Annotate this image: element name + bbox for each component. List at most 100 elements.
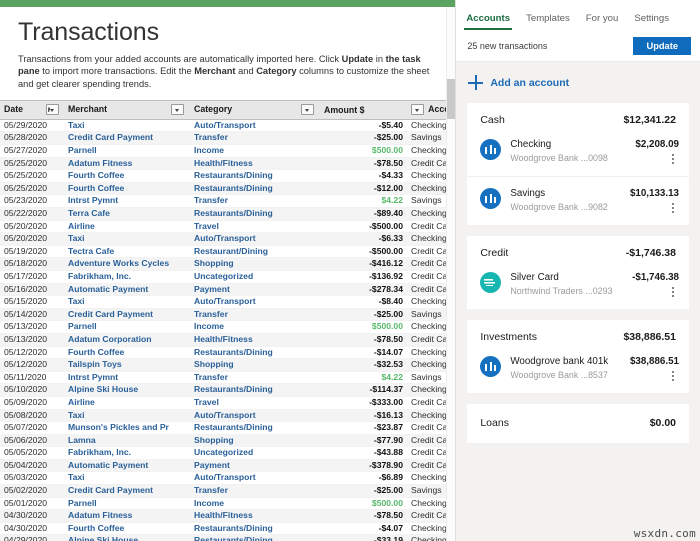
cell-date[interactable]: 05/08/2020 xyxy=(0,409,64,423)
cell-category[interactable]: Income xyxy=(190,144,320,158)
cell-amount[interactable]: -$114.37 xyxy=(320,383,407,397)
account-row[interactable]: Checking Woodgrove Bank ...0098 $2,208.09 xyxy=(467,135,689,176)
cell-merchant[interactable]: Tailspin Toys xyxy=(64,358,190,372)
cell-date[interactable]: 05/13/2020 xyxy=(0,320,64,334)
cell-category[interactable]: Transfer xyxy=(190,131,320,146)
table-row[interactable]: 04/30/2020 Fourth Coffee Restaurants/Dinin… xyxy=(0,522,456,536)
account-row[interactable]: Silver Card Northwind Traders ...0293 -$1,… xyxy=(467,268,689,309)
cell-merchant[interactable]: Airline xyxy=(64,220,190,234)
cell-amount[interactable]: -$25.00 xyxy=(320,484,407,498)
cell-merchant[interactable]: Parnell xyxy=(64,497,190,511)
cell-merchant[interactable]: Taxi xyxy=(64,409,190,423)
table-row[interactable]: 05/06/2020 Lamna Shopping -$77.90 Credit Car… xyxy=(0,434,456,448)
cell-date[interactable]: 05/20/2020 xyxy=(0,220,64,234)
cell-category[interactable]: Auto/Transport xyxy=(190,119,320,133)
column-header-merchant[interactable]: Merchant xyxy=(64,99,190,120)
filter-sort-icon-date[interactable] xyxy=(45,104,59,116)
table-row[interactable]: 05/20/2020 Airline Travel -$500.00 Credit Ca… xyxy=(0,220,456,234)
table-row[interactable]: 05/18/2020 Adventure Works Cycles Shopping… xyxy=(0,257,456,271)
tab-templates[interactable]: Templates xyxy=(524,13,572,30)
cell-category[interactable]: Auto/Transport xyxy=(190,409,320,423)
cell-amount[interactable]: $500.00 xyxy=(320,320,407,334)
cell-category[interactable]: Payment xyxy=(190,459,320,473)
table-row[interactable]: 05/10/2020 Alpine Ski House Restaurants/Di… xyxy=(0,383,456,397)
cell-merchant[interactable]: Credit Card Payment xyxy=(64,308,190,322)
table-row[interactable]: 05/22/2020 Terra Cafe Restaurants/Dining -$… xyxy=(0,207,456,221)
cell-date[interactable]: 05/25/2020 xyxy=(0,182,64,196)
cell-date[interactable]: 05/25/2020 xyxy=(0,169,64,183)
cell-category[interactable]: Health/Fitness xyxy=(190,157,320,171)
cell-merchant[interactable]: Fabrikham, Inc. xyxy=(64,270,190,284)
cell-merchant[interactable]: Fourth Coffee xyxy=(64,169,190,183)
cell-category[interactable]: Uncategorized xyxy=(190,446,320,460)
filter-icon-merchant[interactable] xyxy=(171,104,184,116)
cell-merchant[interactable]: Intrst Pymnt xyxy=(64,194,190,208)
cell-merchant[interactable]: Terra Cafe xyxy=(64,207,190,221)
table-row[interactable]: 05/15/2020 Taxi Auto/Transport -$8.40 Checki… xyxy=(0,295,456,309)
cell-amount[interactable]: -$25.00 xyxy=(320,308,407,322)
cell-date[interactable]: 05/29/2020 xyxy=(0,119,64,133)
cell-merchant[interactable]: Fourth Coffee xyxy=(64,522,190,536)
cell-merchant[interactable]: Tectra Cafe xyxy=(64,245,190,259)
cell-amount[interactable]: -$43.88 xyxy=(320,446,407,460)
cell-merchant[interactable]: Taxi xyxy=(64,119,190,133)
cell-merchant[interactable]: Intrst Pymnt xyxy=(64,371,190,385)
filter-icon-amount[interactable] xyxy=(411,104,424,116)
cell-date[interactable]: 05/10/2020 xyxy=(0,383,64,397)
column-header-date[interactable]: Date xyxy=(0,99,64,120)
cell-category[interactable]: Auto/Transport xyxy=(190,295,320,309)
cell-category[interactable]: Transfer xyxy=(190,484,320,498)
cell-date[interactable]: 05/02/2020 xyxy=(0,484,64,498)
table-row[interactable]: 05/27/2020 Parnell Income $500.00 Checking xyxy=(0,144,456,158)
cell-date[interactable]: 05/22/2020 xyxy=(0,207,64,221)
add-account-button[interactable]: Add an account xyxy=(456,62,700,103)
cell-date[interactable]: 05/15/2020 xyxy=(0,295,64,309)
cell-amount[interactable]: -$25.00 xyxy=(320,131,407,146)
cell-amount[interactable]: -$77.90 xyxy=(320,434,407,448)
more-options-icon[interactable] xyxy=(672,286,675,298)
cell-amount[interactable]: -$6.33 xyxy=(320,232,407,246)
cell-category[interactable]: Payment xyxy=(190,283,320,297)
table-row[interactable]: 04/29/2020 Alpine Ski House Restaurants/Di… xyxy=(0,534,456,541)
account-row[interactable]: Savings Woodgrove Bank ...9082 $10,133.13 xyxy=(467,176,689,225)
cell-category[interactable]: Uncategorized xyxy=(190,270,320,284)
cell-merchant[interactable]: Credit Card Payment xyxy=(64,484,190,498)
table-row[interactable]: 05/02/2020 Credit Card Payment Transfer -$2… xyxy=(0,484,456,498)
cell-merchant[interactable]: Automatic Payment xyxy=(64,283,190,297)
cell-category[interactable]: Shopping xyxy=(190,434,320,448)
cell-date[interactable]: 05/17/2020 xyxy=(0,270,64,284)
cell-category[interactable]: Restaurants/Dining xyxy=(190,207,320,221)
cell-merchant[interactable]: Airline xyxy=(64,396,190,410)
cell-date[interactable]: 05/18/2020 xyxy=(0,257,64,271)
cell-date[interactable]: 05/23/2020 xyxy=(0,194,64,208)
cell-merchant[interactable]: Taxi xyxy=(64,471,190,486)
cell-date[interactable]: 05/27/2020 xyxy=(0,144,64,158)
table-row[interactable]: 04/30/2020 Adatum Fitness Health/Fitness -$… xyxy=(0,509,456,523)
cell-date[interactable]: 05/06/2020 xyxy=(0,434,64,448)
table-row[interactable]: 05/12/2020 Fourth Coffee Restaurants/Dinin… xyxy=(0,346,456,360)
cell-date[interactable]: 05/07/2020 xyxy=(0,421,64,435)
cell-amount[interactable]: -$5.40 xyxy=(320,119,407,133)
cell-category[interactable]: Transfer xyxy=(190,308,320,322)
cell-date[interactable]: 05/25/2020 xyxy=(0,157,64,171)
cell-category[interactable]: Health/Fitness xyxy=(190,333,320,347)
cell-category[interactable]: Restaurants/Dining xyxy=(190,169,320,183)
cell-date[interactable]: 05/04/2020 xyxy=(0,459,64,473)
table-row[interactable]: 05/11/2020 Intrst Pymnt Transfer $4.22 Savin… xyxy=(0,371,456,385)
cell-amount[interactable]: -$136.92 xyxy=(320,270,407,284)
more-options-icon[interactable] xyxy=(672,153,675,165)
cell-date[interactable]: 05/03/2020 xyxy=(0,471,64,486)
cell-amount[interactable]: $500.00 xyxy=(320,497,407,511)
cell-category[interactable]: Restaurants/Dining xyxy=(190,383,320,397)
cell-merchant[interactable]: Taxi xyxy=(64,232,190,246)
cell-merchant[interactable]: Parnell xyxy=(64,144,190,158)
table-row[interactable]: 05/16/2020 Automatic Payment Payment -$278.… xyxy=(0,283,456,297)
cell-merchant[interactable]: Fabrikham, Inc. xyxy=(64,446,190,460)
table-row[interactable]: 05/23/2020 Intrst Pymnt Transfer $4.22 Savin… xyxy=(0,194,456,208)
more-options-icon[interactable] xyxy=(672,202,675,214)
table-row[interactable]: 05/09/2020 Airline Travel -$333.00 Credit Ca… xyxy=(0,396,456,410)
cell-amount[interactable]: -$278.34 xyxy=(320,283,407,297)
cell-amount[interactable]: -$6.89 xyxy=(320,471,407,486)
cell-merchant[interactable]: Taxi xyxy=(64,295,190,309)
cell-date[interactable]: 05/28/2020 xyxy=(0,131,64,146)
